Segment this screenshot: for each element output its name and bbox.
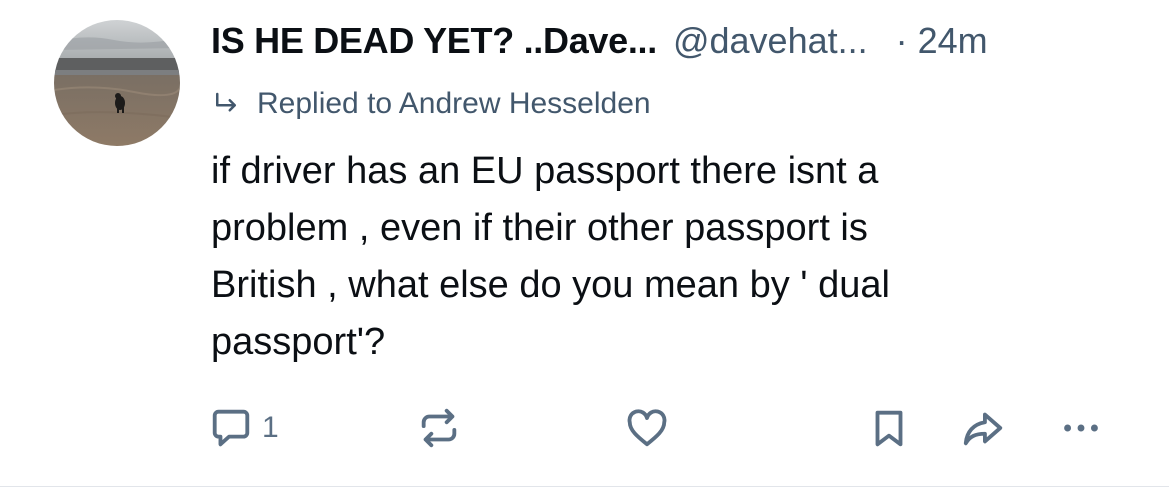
more-icon xyxy=(1064,424,1098,432)
avatar[interactable] xyxy=(54,20,180,146)
repost-icon xyxy=(421,408,457,448)
post-card[interactable]: IS HE DEAD YET? ..Dave... @davehat... · … xyxy=(0,0,1169,487)
like-icon xyxy=(627,409,667,447)
reply-count: 1 xyxy=(262,411,279,444)
post-body-line: if driver has an EU passport there isnt … xyxy=(211,150,879,192)
reply-context-label: Replied to Andrew Hesselden xyxy=(257,87,651,120)
bookmark-button[interactable] xyxy=(866,400,912,456)
post-body: if driver has an EU passport there isnt … xyxy=(211,143,1091,371)
repost-button[interactable] xyxy=(416,400,462,456)
reply-arrow-icon xyxy=(216,92,236,112)
avatar-beach-photo xyxy=(54,20,180,146)
handle[interactable]: @davehat... xyxy=(673,20,868,62)
reply-button[interactable]: 1 xyxy=(208,400,279,456)
reply-context[interactable]: Replied to Andrew Hesselden xyxy=(211,84,651,124)
action-bar: 1 xyxy=(0,400,1169,456)
post-body-line: British , what else do you mean by ' dua… xyxy=(211,264,890,306)
more-options-button[interactable] xyxy=(1058,400,1104,456)
share-button[interactable] xyxy=(960,400,1006,456)
post-body-line: passport'? xyxy=(211,321,386,363)
bookmark-icon xyxy=(875,410,903,447)
reply-icon xyxy=(212,409,250,447)
timestamp[interactable]: 24m xyxy=(918,20,988,62)
post-body-line: problem , even if their other passport i… xyxy=(211,207,868,249)
display-name[interactable]: IS HE DEAD YET? ..Dave... xyxy=(211,20,657,62)
share-icon xyxy=(963,412,1003,446)
post-header: IS HE DEAD YET? ..Dave... @davehat... · … xyxy=(211,20,1141,70)
like-button[interactable] xyxy=(624,400,670,456)
separator-dot: · xyxy=(895,20,908,61)
